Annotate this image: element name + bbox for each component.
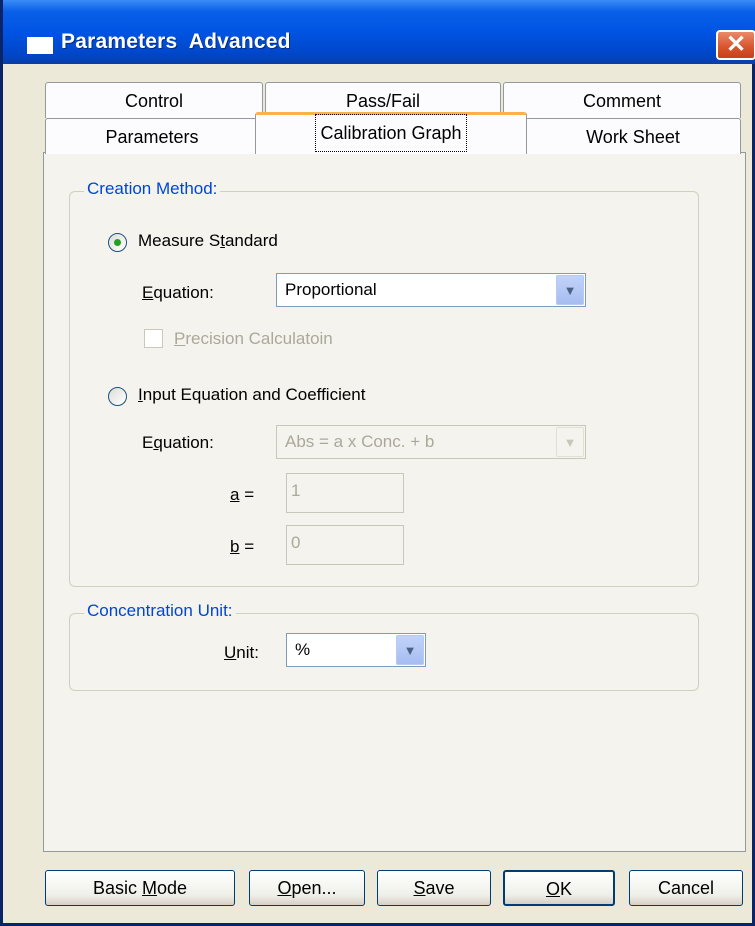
input-equation-radio[interactable] bbox=[108, 387, 127, 406]
equation-select-value: Proportional bbox=[285, 280, 377, 299]
tab-label: Control bbox=[124, 91, 184, 111]
precision-label: Precision Calculatoin bbox=[174, 329, 333, 348]
tab-parameters[interactable]: Parameters bbox=[45, 118, 259, 154]
creation-method-label: Creation Method: bbox=[84, 179, 221, 199]
equation-label: Equation: bbox=[142, 283, 214, 302]
equation2-label: Equation: bbox=[142, 433, 214, 452]
b-input[interactable]: 0 bbox=[286, 525, 404, 565]
radio-selected-dot bbox=[114, 239, 121, 246]
cancel-button[interactable]: Cancel bbox=[629, 870, 743, 906]
window-icon bbox=[27, 37, 53, 54]
equation2-select-value: Abs = a x Conc. + b bbox=[285, 432, 435, 451]
tab-label: Parameters bbox=[105, 127, 199, 147]
window-title: Parameters Advanced bbox=[61, 30, 291, 53]
precision-checkbox[interactable] bbox=[144, 329, 163, 348]
measure-standard-label[interactable]: Measure Standard bbox=[138, 231, 278, 251]
chevron-down-icon[interactable]: ▼ bbox=[396, 635, 424, 665]
tab-control[interactable]: Control bbox=[45, 82, 263, 118]
chevron-down-icon[interactable]: ▼ bbox=[556, 275, 584, 305]
input-equation-label[interactable]: Input Equation and Coefficient bbox=[138, 385, 365, 405]
chevron-down-icon[interactable]: ▼ bbox=[556, 427, 584, 457]
b-label: b = bbox=[230, 537, 255, 556]
tab-label: Comment bbox=[582, 91, 662, 111]
ok-button[interactable]: OK bbox=[503, 870, 615, 906]
tab-label: Work Sheet bbox=[586, 127, 680, 147]
tab-comment[interactable]: Comment bbox=[503, 82, 741, 118]
tab-panel: Creation Method: Measure Standard Equati… bbox=[43, 152, 746, 852]
measure-standard-radio[interactable] bbox=[108, 233, 127, 252]
unit-label: Unit: bbox=[224, 643, 259, 662]
a-label: a = bbox=[230, 485, 255, 504]
dialog-window: Parameters Advanced ✕ Control Pass/Fail … bbox=[0, 0, 755, 926]
concentration-unit-label: Concentration Unit: bbox=[84, 601, 236, 621]
unit-select-value: % bbox=[295, 640, 311, 659]
equation-select[interactable]: Proportional ▼ bbox=[276, 273, 586, 307]
equation2-select[interactable]: Abs = a x Conc. + b ▼ bbox=[276, 425, 586, 459]
tab-calibration-graph[interactable]: Calibration Graph bbox=[255, 112, 527, 154]
open-button[interactable]: Open... bbox=[249, 870, 365, 906]
unit-select[interactable]: % ▼ bbox=[286, 633, 426, 667]
basic-mode-button[interactable]: Basic Mode bbox=[45, 870, 235, 906]
tab-label: Calibration Graph bbox=[315, 114, 467, 152]
save-button[interactable]: Save bbox=[377, 870, 491, 906]
close-button[interactable]: ✕ bbox=[716, 30, 755, 60]
title-bar[interactable]: Parameters Advanced ✕ bbox=[3, 0, 755, 64]
a-input[interactable]: 1 bbox=[286, 473, 404, 513]
tab-work-sheet[interactable]: Work Sheet bbox=[525, 118, 741, 154]
